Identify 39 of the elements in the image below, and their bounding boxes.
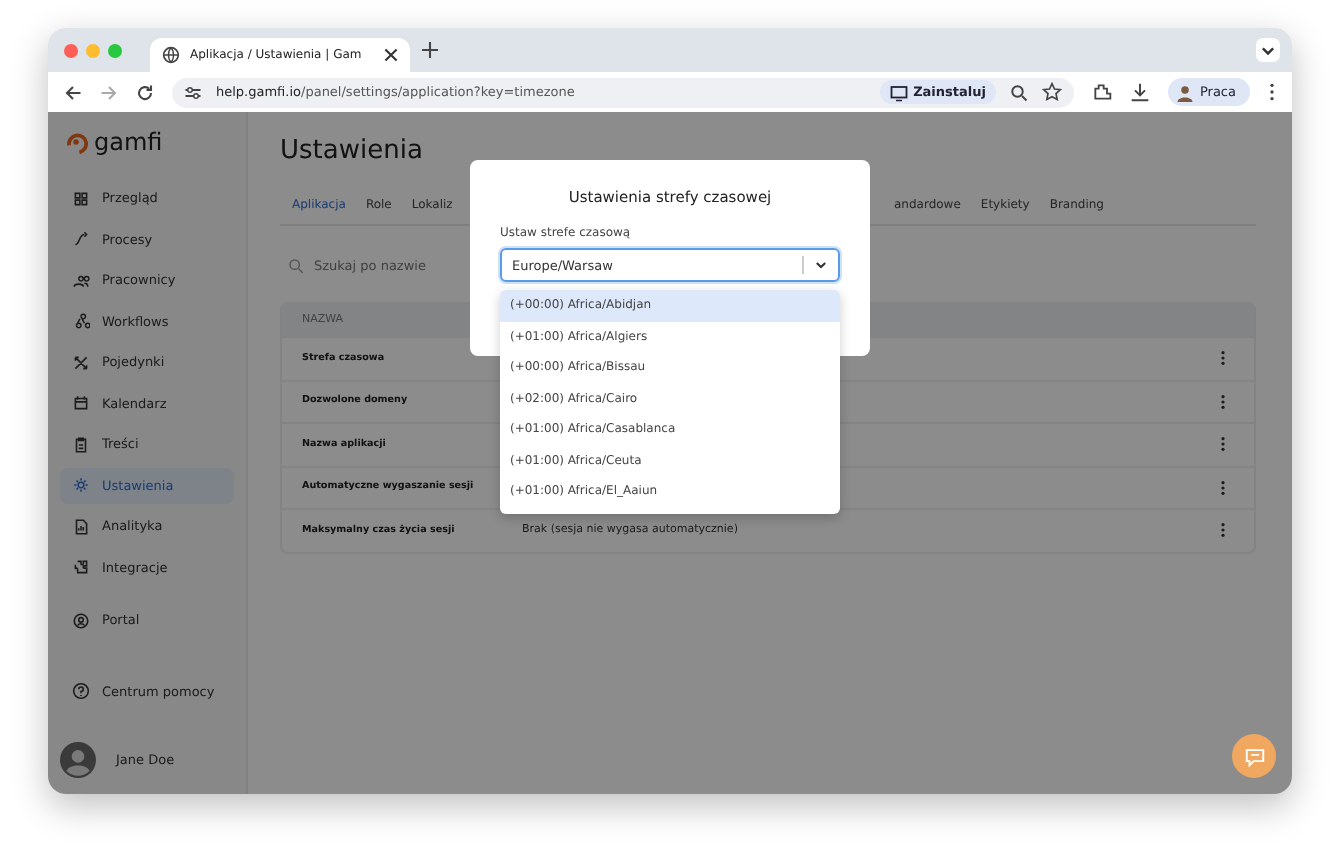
menu-item-icon: [72, 353, 90, 371]
more-options-icon[interactable]: [1220, 393, 1226, 410]
chat-icon: [1243, 745, 1265, 767]
page-title: Ustawienia: [280, 136, 425, 166]
reload-icon[interactable]: [136, 83, 154, 101]
extensions-icon[interactable]: [1091, 82, 1112, 102]
chevron-icon: [814, 258, 828, 272]
menu-icon[interactable]: [1268, 82, 1276, 102]
question-icon: [72, 682, 90, 700]
tab-search-icon[interactable]: [1256, 38, 1280, 62]
menu-item-icon: [72, 271, 90, 289]
new-tab-icon[interactable]: [422, 42, 438, 58]
zoom-icon[interactable]: [1009, 83, 1028, 101]
globe-icon: [162, 46, 180, 64]
menu-item-icon: [72, 611, 90, 629]
more-options-icon[interactable]: [1220, 522, 1226, 539]
site-settings-icon[interactable]: [184, 83, 202, 101]
menu-item-icon: [72, 230, 90, 248]
monitor-icon: [889, 83, 908, 101]
more-options-icon[interactable]: [1220, 479, 1226, 496]
menu-item-icon: [72, 476, 90, 494]
search-icon: [288, 258, 304, 274]
person-icon: [1175, 83, 1194, 101]
menu-item-icon: [72, 558, 90, 576]
menu-item-icon: [72, 394, 90, 412]
chat-button[interactable]: [1232, 734, 1276, 778]
back-icon[interactable]: [64, 83, 82, 101]
close-icon[interactable]: [384, 48, 398, 62]
menu-item-icon: [72, 435, 90, 453]
download-icon[interactable]: [1129, 82, 1150, 102]
more-options-icon[interactable]: [1220, 436, 1226, 453]
logo-text: gamfi: [94, 128, 163, 156]
more-options-icon[interactable]: [1220, 350, 1226, 367]
avatar-icon: [60, 742, 96, 778]
menu-item-icon: [72, 312, 90, 330]
menu-item-icon: [72, 517, 90, 535]
menu-item-icon: [72, 189, 90, 207]
logo-icon: [64, 130, 88, 154]
star-icon[interactable]: [1041, 82, 1062, 102]
